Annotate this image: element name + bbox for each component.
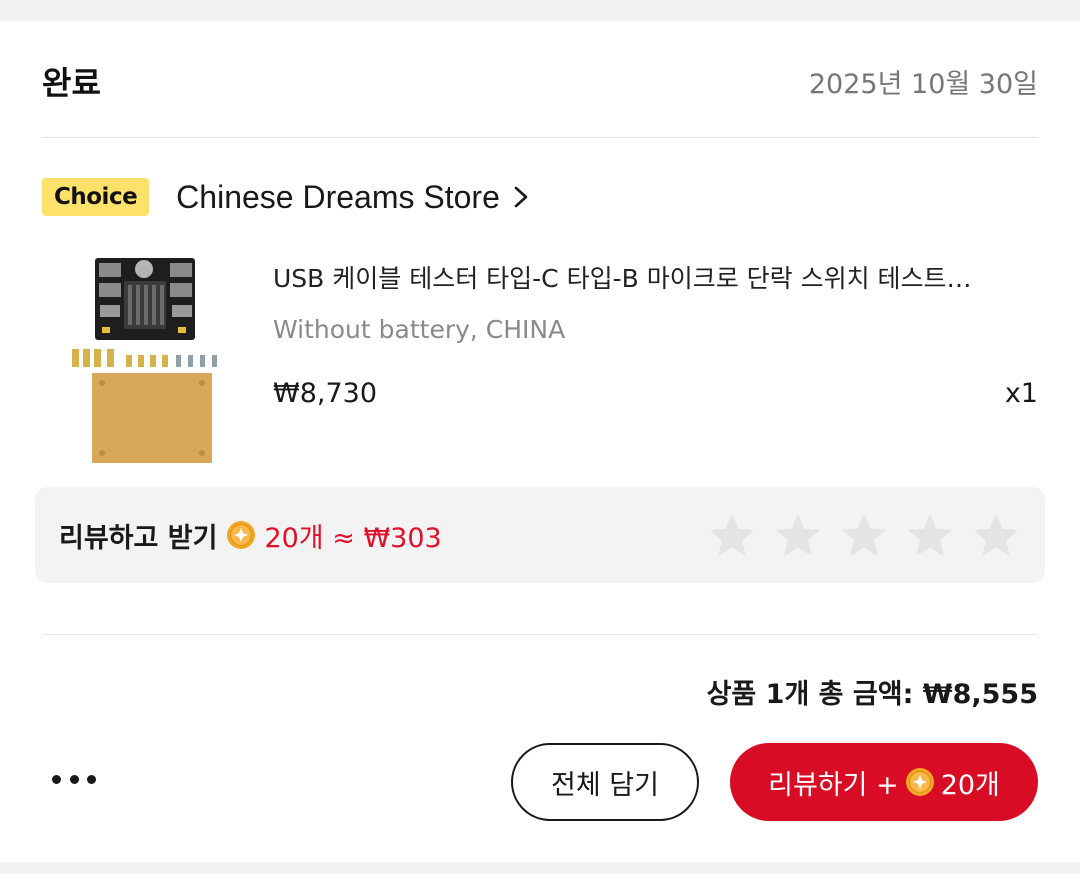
add-all-to-cart-button[interactable]: 전체 담기	[511, 743, 699, 821]
review-reward-amount: 20개 ≈ ₩303	[264, 522, 442, 554]
order-total: 상품 1개 총 금액: ₩8,555	[706, 679, 1038, 710]
product-variant: Without battery, CHINA	[273, 315, 566, 344]
review-reward-text: 리뷰하고 받기 20개 ≈ ₩303	[59, 487, 442, 583]
review-button-reward: 20개	[940, 769, 1000, 801]
more-icon[interactable]	[52, 767, 96, 791]
review-button-label: 리뷰하기 +	[768, 769, 899, 801]
product-image[interactable]	[58, 255, 236, 467]
coin-icon	[227, 521, 256, 549]
order-card: 완료 2025년 10월 30일 Choice Chinese Dreams S…	[0, 21, 1080, 862]
store-name[interactable]: Chinese Dreams Store	[176, 179, 500, 216]
star-rating[interactable]	[709, 513, 1019, 559]
review-reward-label: 리뷰하고 받기	[59, 522, 218, 554]
star-icon[interactable]	[709, 513, 755, 559]
divider	[42, 137, 1038, 138]
more-dot	[52, 774, 61, 784]
star-icon[interactable]	[907, 513, 953, 559]
write-review-button[interactable]: 리뷰하기 + 20개	[730, 743, 1038, 821]
star-icon[interactable]	[841, 513, 887, 559]
store-link[interactable]: Choice Chinese Dreams Store	[42, 174, 532, 220]
more-dot	[69, 774, 79, 784]
review-reward-box: 리뷰하고 받기 20개 ≈ ₩303	[35, 487, 1045, 583]
product-quantity: x1	[1004, 378, 1038, 409]
order-date: 2025년 10월 30일	[808, 68, 1038, 100]
star-icon[interactable]	[775, 513, 821, 559]
add-all-label: 전체 담기	[551, 769, 659, 801]
chevron-right-icon[interactable]	[510, 184, 532, 210]
star-icon[interactable]	[973, 513, 1019, 559]
product-title[interactable]: USB 케이블 테스터 타입-C 타입-B 마이크로 단락 스위치 테스트…	[273, 259, 1043, 295]
more-dot	[87, 774, 96, 784]
divider	[42, 634, 1038, 635]
product-price: ₩8,730	[273, 378, 377, 409]
order-status: 완료	[42, 64, 101, 102]
coin-icon	[905, 768, 934, 796]
order-header: 완료 2025년 10월 30일	[42, 59, 1038, 103]
choice-badge: Choice	[42, 178, 150, 216]
